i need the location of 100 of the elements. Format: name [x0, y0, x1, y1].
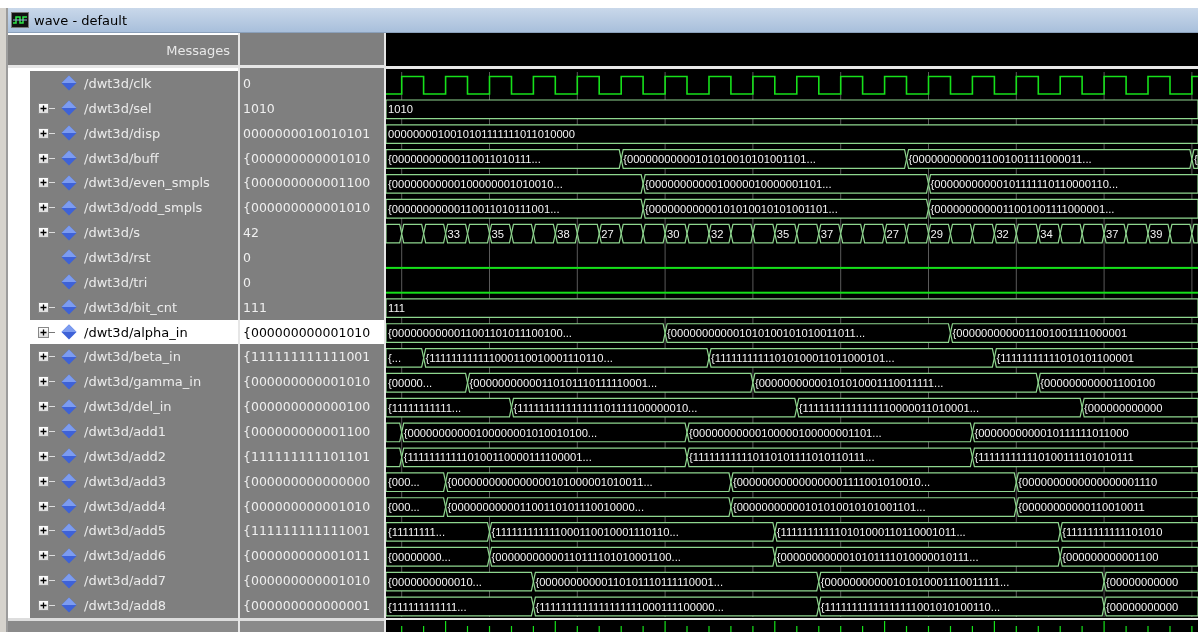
bus-value: {11111111...: [388, 525, 446, 538]
diamond-icon: [61, 448, 77, 465]
signal-name[interactable]: /dwt3d/add2: [84, 448, 166, 464]
expand-button[interactable]: [38, 425, 49, 437]
signal-name[interactable]: /dwt3d/add6: [84, 548, 166, 564]
waveform-icon: [11, 12, 29, 28]
bus-segment: [576, 223, 600, 244]
diamond-icon: [61, 522, 77, 539]
signal-value: {000000000001010: [243, 573, 371, 589]
bus-segment: [905, 223, 930, 244]
bus-value: {11111111111...: [388, 401, 462, 414]
expand-button[interactable]: [38, 376, 49, 388]
bus-value: {00000000000101010010101001101...: [623, 152, 816, 165]
column-header-label: Messages: [166, 42, 230, 58]
bus-value: 39: [1150, 227, 1163, 240]
bus-value: {00000...: [388, 376, 433, 389]
expand-button[interactable]: [38, 401, 49, 413]
expand-button[interactable]: [38, 450, 49, 462]
bus-value: {111111111110101000110110001011...: [776, 525, 966, 538]
expand-button[interactable]: [38, 599, 49, 611]
bus-value: {11111111111111111001010100110...: [820, 600, 1001, 613]
expand-button[interactable]: [38, 102, 49, 114]
signal-name[interactable]: /dwt3d/add3: [84, 473, 166, 489]
signal-value: 0000000010010101: [243, 125, 371, 141]
bus-value: {00000000000100000100000001101...: [689, 426, 882, 439]
bus-value: {0000000000010111111011000: [974, 426, 1129, 439]
expand-button[interactable]: [38, 475, 49, 487]
bus-value: 34: [1040, 227, 1053, 240]
signal-value: {000000000001010: [243, 324, 371, 340]
diamond-icon: [61, 398, 77, 415]
signal-value: {111111111101101: [243, 448, 371, 464]
signal-row[interactable]: /dwt3d/alpha_in: [30, 319, 238, 345]
signal-value: {111111111111001: [243, 523, 371, 539]
expand-button[interactable]: [38, 152, 49, 164]
bus-segment: [686, 223, 710, 244]
signal-name[interactable]: /dwt3d/even_smpls: [84, 175, 210, 191]
signal-name[interactable]: /dwt3d/s: [84, 225, 141, 241]
bus-segment: [488, 223, 513, 244]
diamond-icon: [61, 572, 77, 589]
expand-button[interactable]: [38, 525, 49, 537]
bus-segment: [971, 223, 995, 244]
signal-name[interactable]: /dwt3d/rst: [84, 249, 151, 265]
bus-segment: [401, 223, 425, 244]
bus-segment: [423, 223, 447, 244]
expand-button[interactable]: [38, 227, 49, 239]
signal-value: {000000000000000: [243, 473, 371, 489]
bus-value: {000...: [388, 476, 420, 489]
bus-value: {00000000000110101110111110001...: [535, 575, 724, 588]
bus-value: {000000000001100: [1062, 550, 1159, 563]
bus-segment: [554, 223, 578, 244]
bus-segment: [1103, 223, 1127, 244]
bus-value: {0000000000011001001111000001...: [930, 202, 1115, 215]
bus-segment: [752, 223, 776, 244]
signal-name[interactable]: /dwt3d/beta_in: [84, 349, 181, 365]
diamond-icon: [61, 498, 77, 515]
diamond-icon: [61, 274, 77, 291]
signal-name[interactable]: /dwt3d/add4: [84, 498, 166, 514]
window-title: wave - default: [34, 12, 127, 28]
signal-name[interactable]: /dwt3d/clk: [84, 75, 152, 91]
diamond-icon: [61, 299, 77, 316]
diamond-icon: [61, 224, 77, 241]
bus-value: {0000000000010...: [388, 575, 482, 588]
expand-button[interactable]: [38, 127, 49, 139]
bus-segment: [862, 223, 886, 244]
bus-value: 29: [930, 227, 943, 240]
signal-name[interactable]: /dwt3d/add7: [84, 573, 166, 589]
bus-value: 27: [886, 227, 900, 240]
signal-name[interactable]: /dwt3d/sel: [84, 100, 152, 116]
bus-segment: [620, 223, 644, 244]
bus-value: {0000000000011001001111000011...: [908, 152, 1092, 165]
signal-name[interactable]: /dwt3d/tri: [84, 274, 148, 290]
bus-value: {00000000000101010001110011111...: [820, 575, 1010, 588]
signal-name[interactable]: /dwt3d/add8: [84, 597, 166, 613]
expand-button[interactable]: [38, 500, 49, 512]
bus-value: {000000000001100100: [1040, 376, 1156, 389]
expand-button[interactable]: [38, 177, 49, 189]
expand-button[interactable]: [38, 326, 49, 338]
signal-name[interactable]: /dwt3d/bit_cnt: [84, 299, 178, 315]
bus-value: {11111111111010100011011000101...: [711, 351, 895, 364]
diamond-icon: [61, 125, 77, 142]
signal-name[interactable]: /dwt3d/del_in: [84, 399, 172, 415]
signal-name[interactable]: /dwt3d/add1: [84, 423, 166, 439]
expand-button[interactable]: [38, 301, 49, 313]
expand-button[interactable]: [38, 550, 49, 562]
signal-name[interactable]: /dwt3d/odd_smpls: [84, 200, 203, 216]
bus-value: {00000000000110011010111...: [388, 152, 541, 165]
bus-value: 32: [996, 227, 1009, 240]
bus-segment: [1015, 223, 1039, 244]
expand-button[interactable]: [38, 202, 49, 214]
signal-name[interactable]: /dwt3d/add5: [84, 523, 166, 539]
signal-name[interactable]: /dwt3d/buff: [84, 150, 159, 166]
bus-value: {...: [388, 351, 402, 364]
signal-value: {000000000000001: [243, 597, 371, 613]
signal-name[interactable]: /dwt3d/gamma_in: [84, 374, 202, 390]
signal-value: {000000000000100: [243, 399, 371, 415]
expand-button[interactable]: [38, 575, 49, 587]
expand-button[interactable]: [38, 351, 49, 363]
signal-name[interactable]: /dwt3d/disp: [84, 125, 161, 141]
bus-value: {0000000000000000001110: [1018, 476, 1158, 489]
signal-name[interactable]: /dwt3d/alpha_in: [84, 324, 188, 340]
